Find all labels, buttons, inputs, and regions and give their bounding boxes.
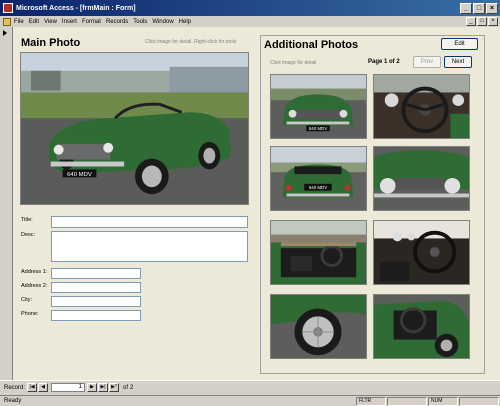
menu-view[interactable]: View (44, 19, 57, 25)
thumbnail-5[interactable] (270, 220, 367, 285)
thumbnail-6[interactable] (373, 220, 470, 285)
main-photo-image[interactable]: 640 MDV (20, 52, 249, 205)
additional-photos-panel: Additional Photos Edit Click image for d… (260, 35, 485, 374)
thumbnail-7[interactable] (270, 294, 367, 359)
mdi-close-button[interactable]: × (488, 17, 498, 26)
current-record-input[interactable]: 1 (51, 383, 86, 392)
menu-edit[interactable]: Edit (29, 19, 39, 25)
record-total: 2 (130, 384, 134, 391)
last-record-button[interactable]: ▶| (98, 383, 109, 392)
status-text: Ready (4, 398, 22, 404)
record-label: Record: (4, 384, 26, 391)
additional-photos-heading: Additional Photos (264, 39, 359, 51)
status-empty-cell-2 (459, 396, 499, 406)
thumbnail-2[interactable] (373, 74, 470, 139)
address2-field[interactable] (51, 282, 141, 293)
status-filter-indicator: FLTR (356, 396, 386, 406)
window-titlebar[interactable]: Microsoft Access - [frmMain : Form] _ □ … (0, 0, 500, 16)
record-selector[interactable] (0, 27, 13, 380)
page-indicator: Page 1 of 2 (368, 59, 400, 65)
thumbnail-3-plate: 640 MDV (309, 185, 327, 190)
menu-window[interactable]: Window (152, 19, 173, 25)
additional-photos-hint: Click image for detail (270, 60, 317, 66)
menu-bar: File Edit View Insert Format Records Too… (0, 16, 500, 27)
new-record-button[interactable]: ▶* (109, 383, 120, 392)
previous-record-button[interactable]: ◀ (38, 383, 49, 392)
edit-button[interactable]: Edit (441, 38, 478, 50)
menu-file[interactable]: File (14, 19, 24, 25)
status-num-indicator: NUM (428, 396, 458, 406)
menu-insert[interactable]: Insert (62, 19, 77, 25)
thumbnail-1-plate: 640 MDV (309, 126, 327, 131)
city-label: City: (21, 297, 32, 303)
menu-tools[interactable]: Tools (133, 19, 147, 25)
access-app-icon[interactable] (3, 3, 13, 13)
mdi-restore-button[interactable]: □ (477, 17, 487, 26)
thumbnail-8[interactable] (373, 294, 470, 359)
first-record-button[interactable]: |◀ (27, 383, 38, 392)
thumbnail-3[interactable]: 640 MDV (270, 146, 367, 211)
close-button[interactable]: × (486, 2, 498, 14)
record-of-label: of (123, 384, 129, 391)
address1-field[interactable] (51, 268, 141, 279)
address1-label: Address 1: (21, 269, 48, 275)
main-photo-plate: 640 MDV (67, 172, 92, 178)
status-bar: Ready FLTR NUM (0, 395, 500, 406)
menu-format[interactable]: Format (82, 19, 101, 25)
title-label: Title: (21, 217, 33, 223)
mdi-minimize-button[interactable]: _ (466, 17, 476, 26)
next-page-button[interactable]: Next (444, 56, 472, 68)
title-field[interactable] (51, 216, 248, 228)
prev-page-button[interactable]: Prev (413, 56, 441, 68)
record-navigation-bar: Record: |◀ ◀ 1 ▶ ▶| ▶* of 2 (0, 380, 500, 394)
window-title: Microsoft Access - [frmMain : Form] (16, 4, 136, 12)
thumbnail-1[interactable]: 640 MDV (270, 74, 367, 139)
address2-label: Address 2: (21, 283, 48, 289)
minimize-button[interactable]: _ (460, 2, 472, 14)
menu-records[interactable]: Records (106, 19, 128, 25)
main-photo-heading: Main Photo (21, 37, 81, 49)
current-record-arrow-icon (3, 30, 7, 36)
status-empty-cell (387, 396, 427, 406)
form-document-icon[interactable] (3, 17, 11, 26)
next-record-button[interactable]: ▶ (87, 383, 98, 392)
city-field[interactable] (51, 296, 141, 307)
thumbnail-4[interactable] (373, 146, 470, 211)
phone-field[interactable] (51, 310, 141, 321)
menu-help[interactable]: Help (179, 19, 191, 25)
maximize-button[interactable]: □ (473, 2, 485, 14)
phone-label: Phone: (21, 311, 39, 317)
desc-field[interactable] (51, 231, 248, 262)
form-body: Main Photo Click image for detail. Right… (13, 27, 500, 380)
desc-label: Desc: (21, 232, 36, 238)
main-photo-hint: Click image for detail. Right-click for … (145, 39, 237, 45)
